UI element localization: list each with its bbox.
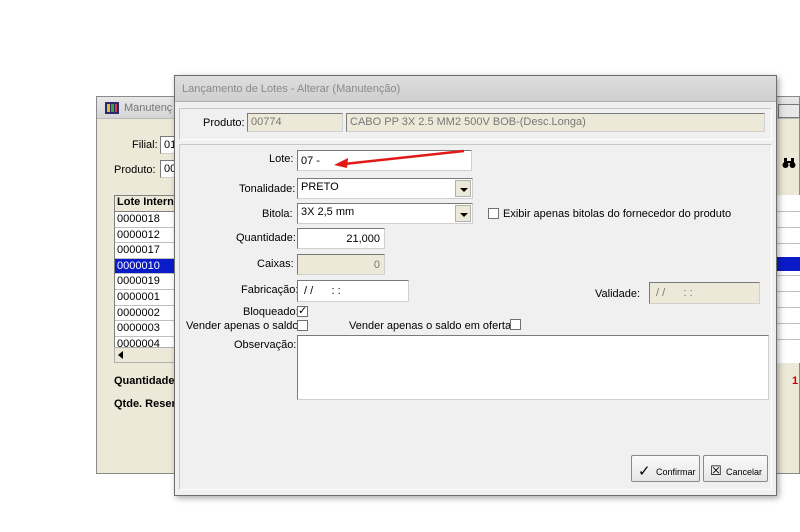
- bg-right-grid[interactable]: [776, 195, 800, 363]
- cancelar-button[interactable]: ☒ Cancelar: [703, 455, 768, 482]
- grid-row[interactable]: 0000018: [115, 212, 175, 228]
- fabricacao-input[interactable]: / / : :: [297, 280, 409, 302]
- exibir-bitolas-label: Exibir apenas bitolas do fornecedor do p…: [503, 208, 732, 220]
- qtde-reserva-label: Qtde. Reserv: [114, 398, 182, 410]
- dialog-title: Lançamento de Lotes - Alterar (Manutençã…: [182, 83, 401, 95]
- app-icon: [105, 102, 119, 114]
- bg-window-button[interactable]: [778, 104, 800, 118]
- grid-header-lote-interno[interactable]: Lote Intern: [115, 196, 175, 212]
- scroll-left-icon[interactable]: [117, 351, 125, 359]
- vender-saldo-checkbox[interactable]: [297, 320, 308, 331]
- grid-row[interactable]: 0000001: [115, 290, 175, 306]
- tonalidade-select[interactable]: PRETO: [297, 178, 473, 199]
- background-window-title: Manutenç: [124, 102, 173, 114]
- confirmar-label: Confirmar: [656, 467, 696, 477]
- fabricacao-label: Fabricação:: [241, 284, 299, 296]
- vender-oferta-checkbox[interactable]: [510, 319, 521, 330]
- desktop: { "background_window": { "title": "Manut…: [0, 0, 800, 532]
- bloqueado-label: Bloqueado:: [243, 306, 299, 318]
- grid-row-selected[interactable]: 0000010: [115, 258, 175, 275]
- vender-saldo-label: Vender apenas o saldo:: [186, 320, 302, 332]
- grid-horizontal-scrollbar[interactable]: [114, 347, 176, 363]
- binoculars-icon[interactable]: [782, 157, 796, 169]
- lote-label: Lote:: [269, 153, 294, 165]
- validade-input[interactable]: / / : :: [649, 282, 760, 304]
- annotation-arrow-icon: [334, 149, 465, 168]
- produto-description-input[interactable]: CABO PP 3X 2.5 MM2 500V BOB-(Desc.Longa): [346, 113, 765, 132]
- bloqueado-checkbox[interactable]: [297, 304, 308, 317]
- bitola-label: Bitola:: [262, 208, 293, 220]
- bitola-value: 3X 2,5 mm: [301, 206, 355, 218]
- caixas-input[interactable]: 0: [297, 254, 385, 275]
- validade-label: Validade:: [595, 288, 641, 300]
- tonalidade-label: Tonalidade:: [239, 183, 296, 195]
- bitola-select[interactable]: 3X 2,5 mm: [297, 203, 473, 224]
- grid-row[interactable]: 0000003: [115, 321, 175, 337]
- observacao-textarea[interactable]: [297, 335, 769, 400]
- vender-oferta-label: Vender apenas o saldo em oferta: [349, 320, 512, 332]
- caixas-label: Caixas:: [257, 258, 294, 270]
- observacao-label: Observação:: [234, 339, 297, 351]
- grid-row[interactable]: 0000017: [115, 243, 175, 259]
- produto-label-bg: Produto:: [114, 164, 156, 176]
- produto-label: Produto:: [203, 117, 245, 129]
- checkmark-icon: ✓: [638, 463, 651, 480]
- tonalidade-value: PRETO: [301, 181, 339, 193]
- grid-row[interactable]: 0000019: [115, 274, 175, 290]
- grid-row[interactable]: 0000012: [115, 228, 175, 244]
- quantidade-input[interactable]: 21,000: [297, 228, 385, 249]
- confirmar-button[interactable]: ✓ Confirmar: [631, 455, 700, 482]
- produto-code-input[interactable]: 00774: [247, 113, 343, 132]
- grid-row[interactable]: 0000002: [115, 306, 175, 322]
- quantidade-label: Quantidade:: [236, 232, 296, 244]
- lotes-grid[interactable]: Lote Intern 0000018 0000012 0000017 0000…: [114, 195, 176, 363]
- exibir-bitolas-checkbox[interactable]: [488, 208, 499, 219]
- right-value: 1: [792, 375, 799, 387]
- chevron-down-icon[interactable]: [455, 205, 471, 222]
- chevron-down-icon[interactable]: [455, 180, 471, 197]
- filial-label: Filial:: [132, 139, 158, 151]
- dialog-titlebar[interactable]: Lançamento de Lotes - Alterar (Manutençã…: [175, 76, 776, 102]
- cancelar-label: Cancelar: [726, 467, 763, 477]
- close-icon: ☒: [710, 463, 722, 478]
- right-grid-selected-cell: [777, 257, 800, 271]
